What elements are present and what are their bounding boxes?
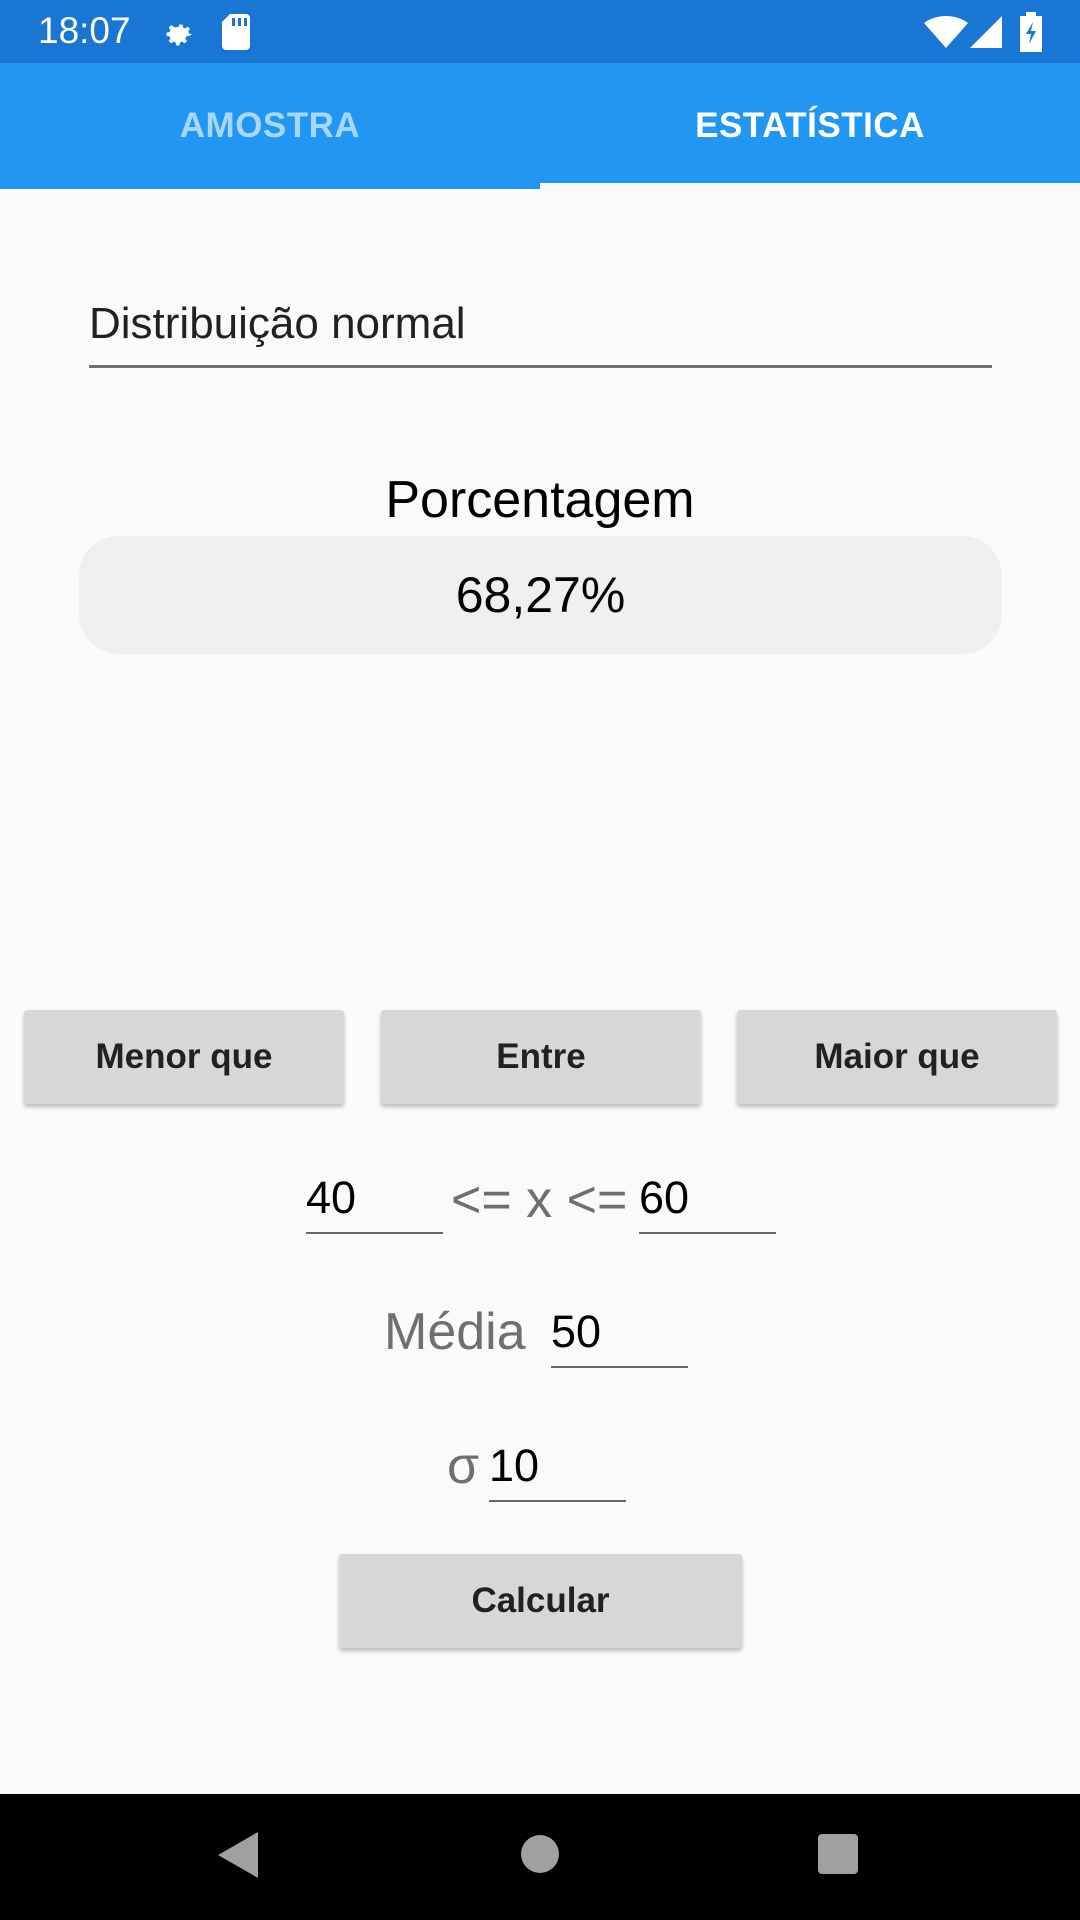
recents-icon[interactable] (818, 1834, 858, 1874)
upper-bound-input[interactable]: 60 (639, 1172, 776, 1234)
lower-bound-input[interactable]: 40 (306, 1172, 443, 1234)
status-bar: 18:07 (0, 0, 1080, 63)
less-than-button[interactable]: Menor que (24, 1010, 344, 1104)
greater-than-button[interactable]: Maior que (737, 1010, 1057, 1104)
sigma-input[interactable]: 10 (489, 1440, 626, 1502)
tab-bar: AMOSTRA ESTATÍSTICA (0, 63, 1080, 189)
distribution-picker-value: Distribuição normal (89, 299, 466, 348)
between-button[interactable]: Entre (381, 1010, 701, 1104)
calculate-button[interactable]: Calcular (339, 1554, 742, 1648)
mean-input[interactable]: 50 (551, 1306, 688, 1368)
upper-bound-value: 60 (639, 1172, 690, 1223)
navigation-bar (0, 1794, 1080, 1920)
percentage-value: 68,27% (455, 567, 626, 623)
sd-card-icon (222, 14, 250, 50)
percentage-label: Porcentagem (385, 471, 695, 529)
sigma-label: σ (447, 1437, 480, 1495)
tab-estatistica[interactable]: ESTATÍSTICA (540, 63, 1080, 189)
wifi-icon (924, 16, 968, 48)
mean-value: 50 (551, 1306, 602, 1357)
range-operator-label: <= x <= (451, 1171, 628, 1229)
gear-icon (166, 24, 193, 46)
battery-icon (1020, 12, 1042, 52)
mean-label: Média (384, 1303, 526, 1361)
back-icon[interactable] (218, 1832, 258, 1878)
lower-bound-value: 40 (306, 1172, 357, 1223)
home-icon[interactable] (520, 1834, 560, 1874)
tab-amostra[interactable]: AMOSTRA (0, 63, 540, 189)
status-time: 18:07 (38, 10, 131, 51)
percentage-result-box: 68,27% (79, 536, 1002, 654)
sigma-value: 10 (489, 1440, 540, 1491)
distribution-picker[interactable]: Distribuição normal (89, 295, 992, 368)
tab-selected-indicator (540, 183, 1080, 189)
signal-icon (970, 16, 1002, 48)
